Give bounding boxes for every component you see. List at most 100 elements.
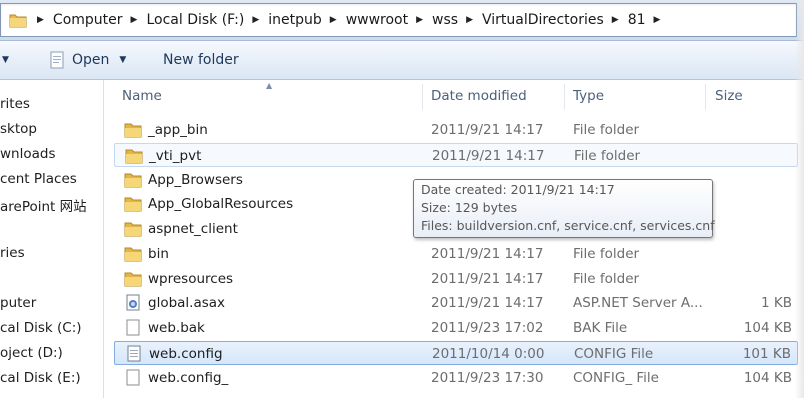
nav-item-sharepoint[interactable]: arePoint 网站 [0,195,87,215]
nav-item-downloads[interactable]: wnloads [0,146,55,162]
breadcrumb-wwwroot[interactable]: wwwroot [346,12,408,28]
file-row[interactable]: web.bak 2011/9/23 17:02 BAK File 104 KB [114,316,798,340]
breadcrumb-computer[interactable]: Computer [53,12,123,28]
column-header-type[interactable]: Type [573,88,604,104]
file-date-modified: 2011/9/23 17:02 [431,320,544,336]
window-edge [795,0,804,398]
file-name: aspnet_client [148,221,238,237]
nav-item-favorites[interactable]: rites [0,96,30,112]
nav-item-desktop[interactable]: sktop [0,121,37,137]
file-date-modified: 2011/9/21 14:17 [432,148,545,164]
file-size: 104 KB [743,320,792,336]
breadcrumb-separator[interactable]: ▶ [131,15,138,25]
file-date-modified: 2011/9/21 14:17 [431,271,544,287]
tooltip-size: Size: 129 bytes [421,200,518,215]
file-date-modified: 2011/9/21 14:17 [431,246,544,262]
nav-item-local-disk-c[interactable]: cal Disk (C:) [0,320,82,336]
file-type: CONFIG_ File [573,370,659,386]
sort-ascending-icon: ▲ [266,81,273,90]
file-row[interactable]: web.config 2011/10/14 0:00 CONFIG File 101 … [114,341,798,365]
file-type: File folder [573,271,640,287]
file-row[interactable]: bin 2011/9/21 14:17 File folder [114,242,798,266]
file-name: wpresources [148,271,234,287]
config-file-icon [127,345,141,362]
folder-icon [124,222,142,237]
breadcrumb-separator[interactable]: ▶ [416,15,423,25]
address-bar[interactable]: ▶ Computer ▶ Local Disk (F:) ▶ inetpub ▶… [0,3,797,37]
column-header-date-modified[interactable]: Date modified [431,88,527,104]
file-size: 101 KB [742,346,791,362]
file-type: CONFIG File [574,346,654,362]
file-icon [126,369,140,386]
file-size: 104 KB [743,370,792,386]
folder-icon [124,123,142,138]
file-name: App_GlobalResources [148,196,294,212]
file-date-modified: 2011/9/21 14:17 [431,122,544,138]
folder-icon [125,149,143,164]
file-row[interactable]: _app_bin 2011/9/21 14:17 File folder [114,118,798,142]
breadcrumb-81[interactable]: 81 [628,12,646,28]
column-headers: ▲ Name Date modified Type Size [104,80,804,112]
breadcrumb-wss[interactable]: wss [432,12,458,28]
file-name: App_Browsers [148,172,243,188]
aspx-file-icon [126,294,140,311]
file-type: ASP.NET Server A... [573,295,703,311]
file-row[interactable]: _vti_pvt 2011/9/21 14:17 File folder [114,143,798,167]
command-bar: ▼ Open ▼ New folder [0,41,804,80]
open-button-label: Open [72,52,110,68]
nav-item-recent-places[interactable]: cent Places [0,171,77,187]
file-type: File folder [573,246,640,262]
file-date-modified: 2011/10/14 0:00 [432,346,545,362]
nav-item-computer[interactable]: puter [0,295,36,311]
file-type: BAK File [573,320,628,336]
breadcrumb-separator[interactable]: ▶ [466,15,473,25]
file-name: _vti_pvt [149,148,202,164]
navigation-pane: rites sktop wnloads cent Places arePoint… [0,80,104,398]
breadcrumb-separator[interactable]: ▶ [252,15,259,25]
file-row[interactable]: wpresources 2011/9/21 14:17 File folder [114,267,798,291]
nav-item-local-disk-e[interactable]: cal Disk (E:) [0,370,81,386]
file-row[interactable]: web.config_ 2011/9/23 17:30 CONFIG_ File 10… [114,366,798,390]
open-file-icon [50,51,64,69]
folder-icon [9,14,27,28]
file-name: web.config [149,346,223,362]
folder-icon [124,173,142,188]
nav-item-libraries[interactable]: ries [0,245,25,261]
new-folder-label: New folder [163,52,239,68]
nav-item-project-d[interactable]: oject (D:) [0,345,63,361]
file-name: bin [148,246,169,262]
column-header-name[interactable]: Name [122,88,162,104]
column-divider[interactable] [705,84,706,110]
file-date-modified: 2011/9/21 14:17 [431,295,544,311]
folder-icon [124,247,142,262]
open-button[interactable]: Open ▼ [48,41,126,79]
file-name: global.asax [148,295,226,311]
column-divider[interactable] [564,84,565,110]
breadcrumb-separator[interactable]: ▶ [330,15,337,25]
file-type: File folder [573,122,640,138]
column-header-size[interactable]: Size [715,88,743,104]
file-row[interactable]: global.asax 2011/9/21 14:17 ASP.NET Server… [114,291,798,315]
chevron-down-icon: ▼ [119,55,127,65]
folder-icon [124,272,142,287]
column-divider[interactable] [422,84,423,110]
file-name: web.bak [148,320,205,336]
chevron-down-icon: ▼ [2,55,9,65]
tooltip-date-created: Date created: 2011/9/21 14:17 [421,182,615,197]
file-name: _app_bin [148,122,208,138]
file-size: 1 KB [761,295,792,311]
breadcrumb-virtualdirectories[interactable]: VirtualDirectories [482,12,604,28]
breadcrumb: ▶ Computer ▶ Local Disk (F:) ▶ inetpub ▶… [9,4,669,36]
file-name: web.config_ [148,370,229,386]
breadcrumb-inetpub[interactable]: inetpub [268,12,322,28]
breadcrumb-separator[interactable]: ▶ [612,15,619,25]
address-bar-region: ▶ Computer ▶ Local Disk (F:) ▶ inetpub ▶… [0,0,804,41]
new-folder-button[interactable]: New folder [163,41,239,79]
organize-dropdown[interactable]: ▼ [0,41,9,79]
breadcrumb-separator[interactable]: ▶ [654,15,661,25]
breadcrumb-separator[interactable]: ▶ [37,15,44,25]
file-icon [126,319,140,336]
folder-icon [124,197,142,212]
breadcrumb-local-disk-f[interactable]: Local Disk (F:) [146,12,244,28]
tooltip-files: Files: buildversion.cnf, service.cnf, se… [421,218,715,233]
